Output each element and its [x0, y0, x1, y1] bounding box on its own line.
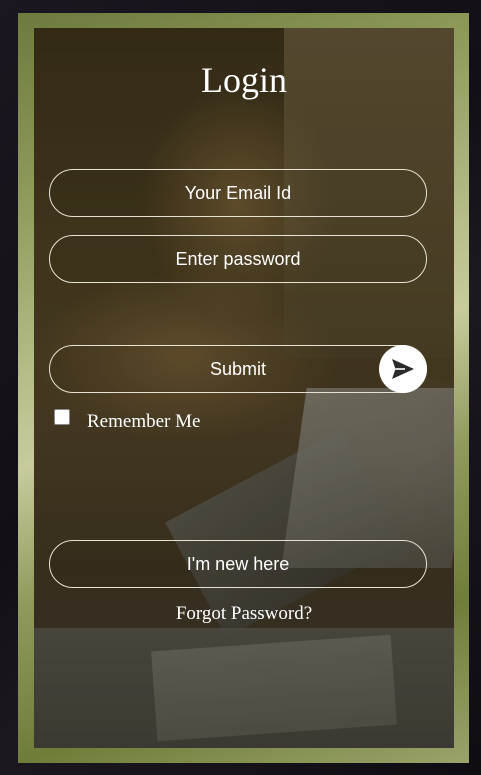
- submit-button[interactable]: Submit: [49, 345, 427, 393]
- email-input[interactable]: [49, 169, 427, 217]
- remember-me-checkbox[interactable]: [54, 409, 70, 425]
- new-here-button[interactable]: I'm new here: [49, 540, 427, 588]
- forgot-password-link[interactable]: Forgot Password?: [34, 602, 454, 626]
- paper-plane-icon: [392, 359, 414, 379]
- remember-me-label: Remember Me: [87, 411, 201, 432]
- send-button[interactable]: [379, 345, 427, 393]
- password-input[interactable]: [49, 235, 427, 283]
- page-title: Login: [201, 60, 287, 100]
